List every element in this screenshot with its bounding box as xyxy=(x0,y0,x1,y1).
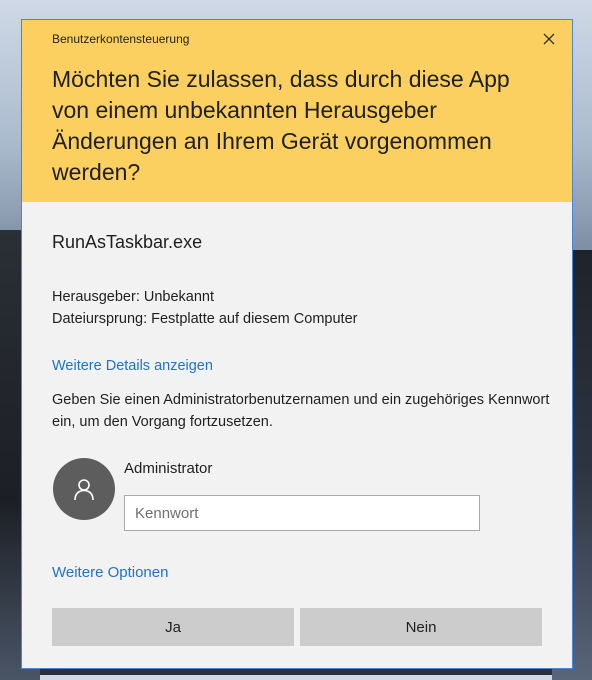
instructions-text: Geben Sie einen Administratorbenutzernam… xyxy=(52,392,550,430)
origin-line: Dateiursprung: Festplatte auf diesem Com… xyxy=(52,311,358,327)
no-button[interactable]: Nein xyxy=(300,608,542,646)
uac-dialog: Benutzerkontensteuerung Möchten Sie zula… xyxy=(22,20,572,668)
avatar xyxy=(53,458,115,520)
more-options-link[interactable]: Weitere Optionen xyxy=(52,564,168,581)
close-button[interactable] xyxy=(536,26,562,52)
password-field[interactable] xyxy=(124,495,480,531)
user-icon xyxy=(74,479,94,501)
user-name: Administrator xyxy=(124,460,213,477)
dialog-question: Möchten Sie zulassen, dass durch diese A… xyxy=(52,66,510,185)
close-icon xyxy=(543,33,555,45)
show-details-link[interactable]: Weitere Details anzeigen xyxy=(52,358,213,374)
publisher-line: Herausgeber: Unbekannt xyxy=(52,289,215,305)
dialog-title: Benutzerkontensteuerung xyxy=(52,32,190,46)
dialog-header: Benutzerkontensteuerung Möchten Sie zula… xyxy=(22,20,572,202)
yes-button[interactable]: Ja xyxy=(52,608,294,646)
app-name: RunAsTaskbar.exe xyxy=(52,232,203,252)
publisher-info: Herausgeber: Unbekannt Dateiursprung: Fe… xyxy=(52,286,357,330)
